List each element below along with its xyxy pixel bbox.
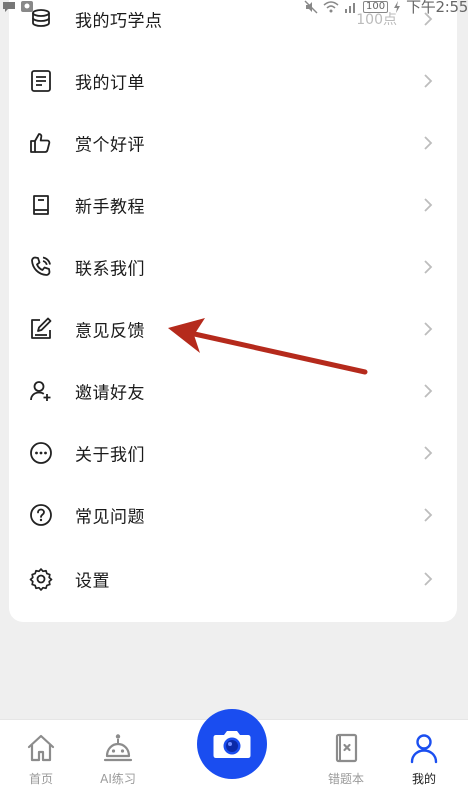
gear-icon: [29, 567, 53, 591]
status-system: 100 下午2:55: [304, 0, 468, 17]
chevron-right-icon: [423, 384, 433, 398]
tab-label: 错题本: [327, 772, 364, 786]
menu-card: 我的巧学点 100点 我的订单 赏个好评 新手教程 联系我们 意见反馈 邀请好友…: [9, 0, 457, 622]
tab-home[interactable]: 首页: [1, 720, 81, 791]
menu-item-feedback[interactable]: 意见反馈: [9, 298, 457, 360]
menu-item-rate[interactable]: 赏个好评: [9, 112, 457, 174]
status-notifications: [2, 0, 34, 12]
chevron-right-icon: [423, 572, 433, 586]
chevron-right-icon: [423, 322, 433, 336]
phone-icon: [29, 255, 53, 279]
menu-item-label: 赏个好评: [75, 135, 145, 156]
chevron-right-icon: [423, 74, 433, 88]
status-time: 下午2:55: [406, 0, 468, 16]
wifi-icon: [323, 0, 339, 13]
menu-item-label: 关于我们: [75, 445, 145, 466]
menu-item-label: 常见问题: [75, 507, 145, 528]
signal-icon: [344, 1, 358, 13]
menu-item-about[interactable]: 关于我们: [9, 422, 457, 484]
document-icon: [29, 69, 53, 93]
chat-bubble-icon: [2, 0, 16, 12]
thumbs-up-icon: [29, 131, 53, 155]
menu-item-label: 我的订单: [75, 73, 145, 94]
tab-label: AI练习: [100, 772, 136, 786]
chevron-right-icon: [423, 198, 433, 212]
chevron-right-icon: [423, 136, 433, 150]
chevron-right-icon: [423, 260, 433, 274]
menu-item-faq[interactable]: 常见问题: [9, 484, 457, 546]
tab-mine[interactable]: 我的: [384, 720, 464, 791]
user-icon: [408, 732, 440, 764]
mistake-book-icon: [330, 732, 362, 764]
edit-note-icon: [29, 317, 53, 341]
camera-button[interactable]: [197, 709, 267, 779]
tab-label: 首页: [28, 772, 53, 786]
app-badge-icon: [20, 0, 34, 12]
chevron-right-icon: [423, 446, 433, 460]
menu-item-label: 意见反馈: [75, 321, 145, 342]
book-icon: [29, 193, 53, 217]
camera-icon: [213, 731, 251, 758]
question-circle-icon: [29, 503, 53, 527]
app-screen: 100 下午2:55 我的巧学点 100点 我的订单 赏个好评 新手教程 联系我…: [0, 0, 468, 791]
status-bar: 100 下午2:55: [0, 0, 468, 17]
menu-item-label: 联系我们: [75, 259, 145, 280]
chevron-right-icon: [423, 508, 433, 522]
menu-item-settings[interactable]: 设置: [9, 548, 457, 610]
menu-item-label: 邀请好友: [75, 383, 145, 404]
tab-mistake-book[interactable]: 错题本: [306, 720, 386, 791]
menu-item-label: 设置: [75, 571, 110, 592]
tab-label: 我的: [411, 772, 436, 786]
menu-item-invite[interactable]: 邀请好友: [9, 360, 457, 422]
robot-icon: [102, 732, 134, 764]
tab-ai-practice[interactable]: AI练习: [78, 720, 158, 791]
home-icon: [25, 732, 57, 764]
menu-item-tutorial[interactable]: 新手教程: [9, 174, 457, 236]
battery-indicator: 100: [363, 0, 389, 13]
charging-icon: [393, 0, 401, 13]
menu-item-orders[interactable]: 我的订单: [9, 50, 457, 112]
ellipsis-circle-icon: [29, 441, 53, 465]
menu-item-contact[interactable]: 联系我们: [9, 236, 457, 298]
menu-item-label: 新手教程: [75, 197, 145, 218]
add-user-icon: [29, 379, 53, 403]
mute-icon: [304, 0, 318, 14]
